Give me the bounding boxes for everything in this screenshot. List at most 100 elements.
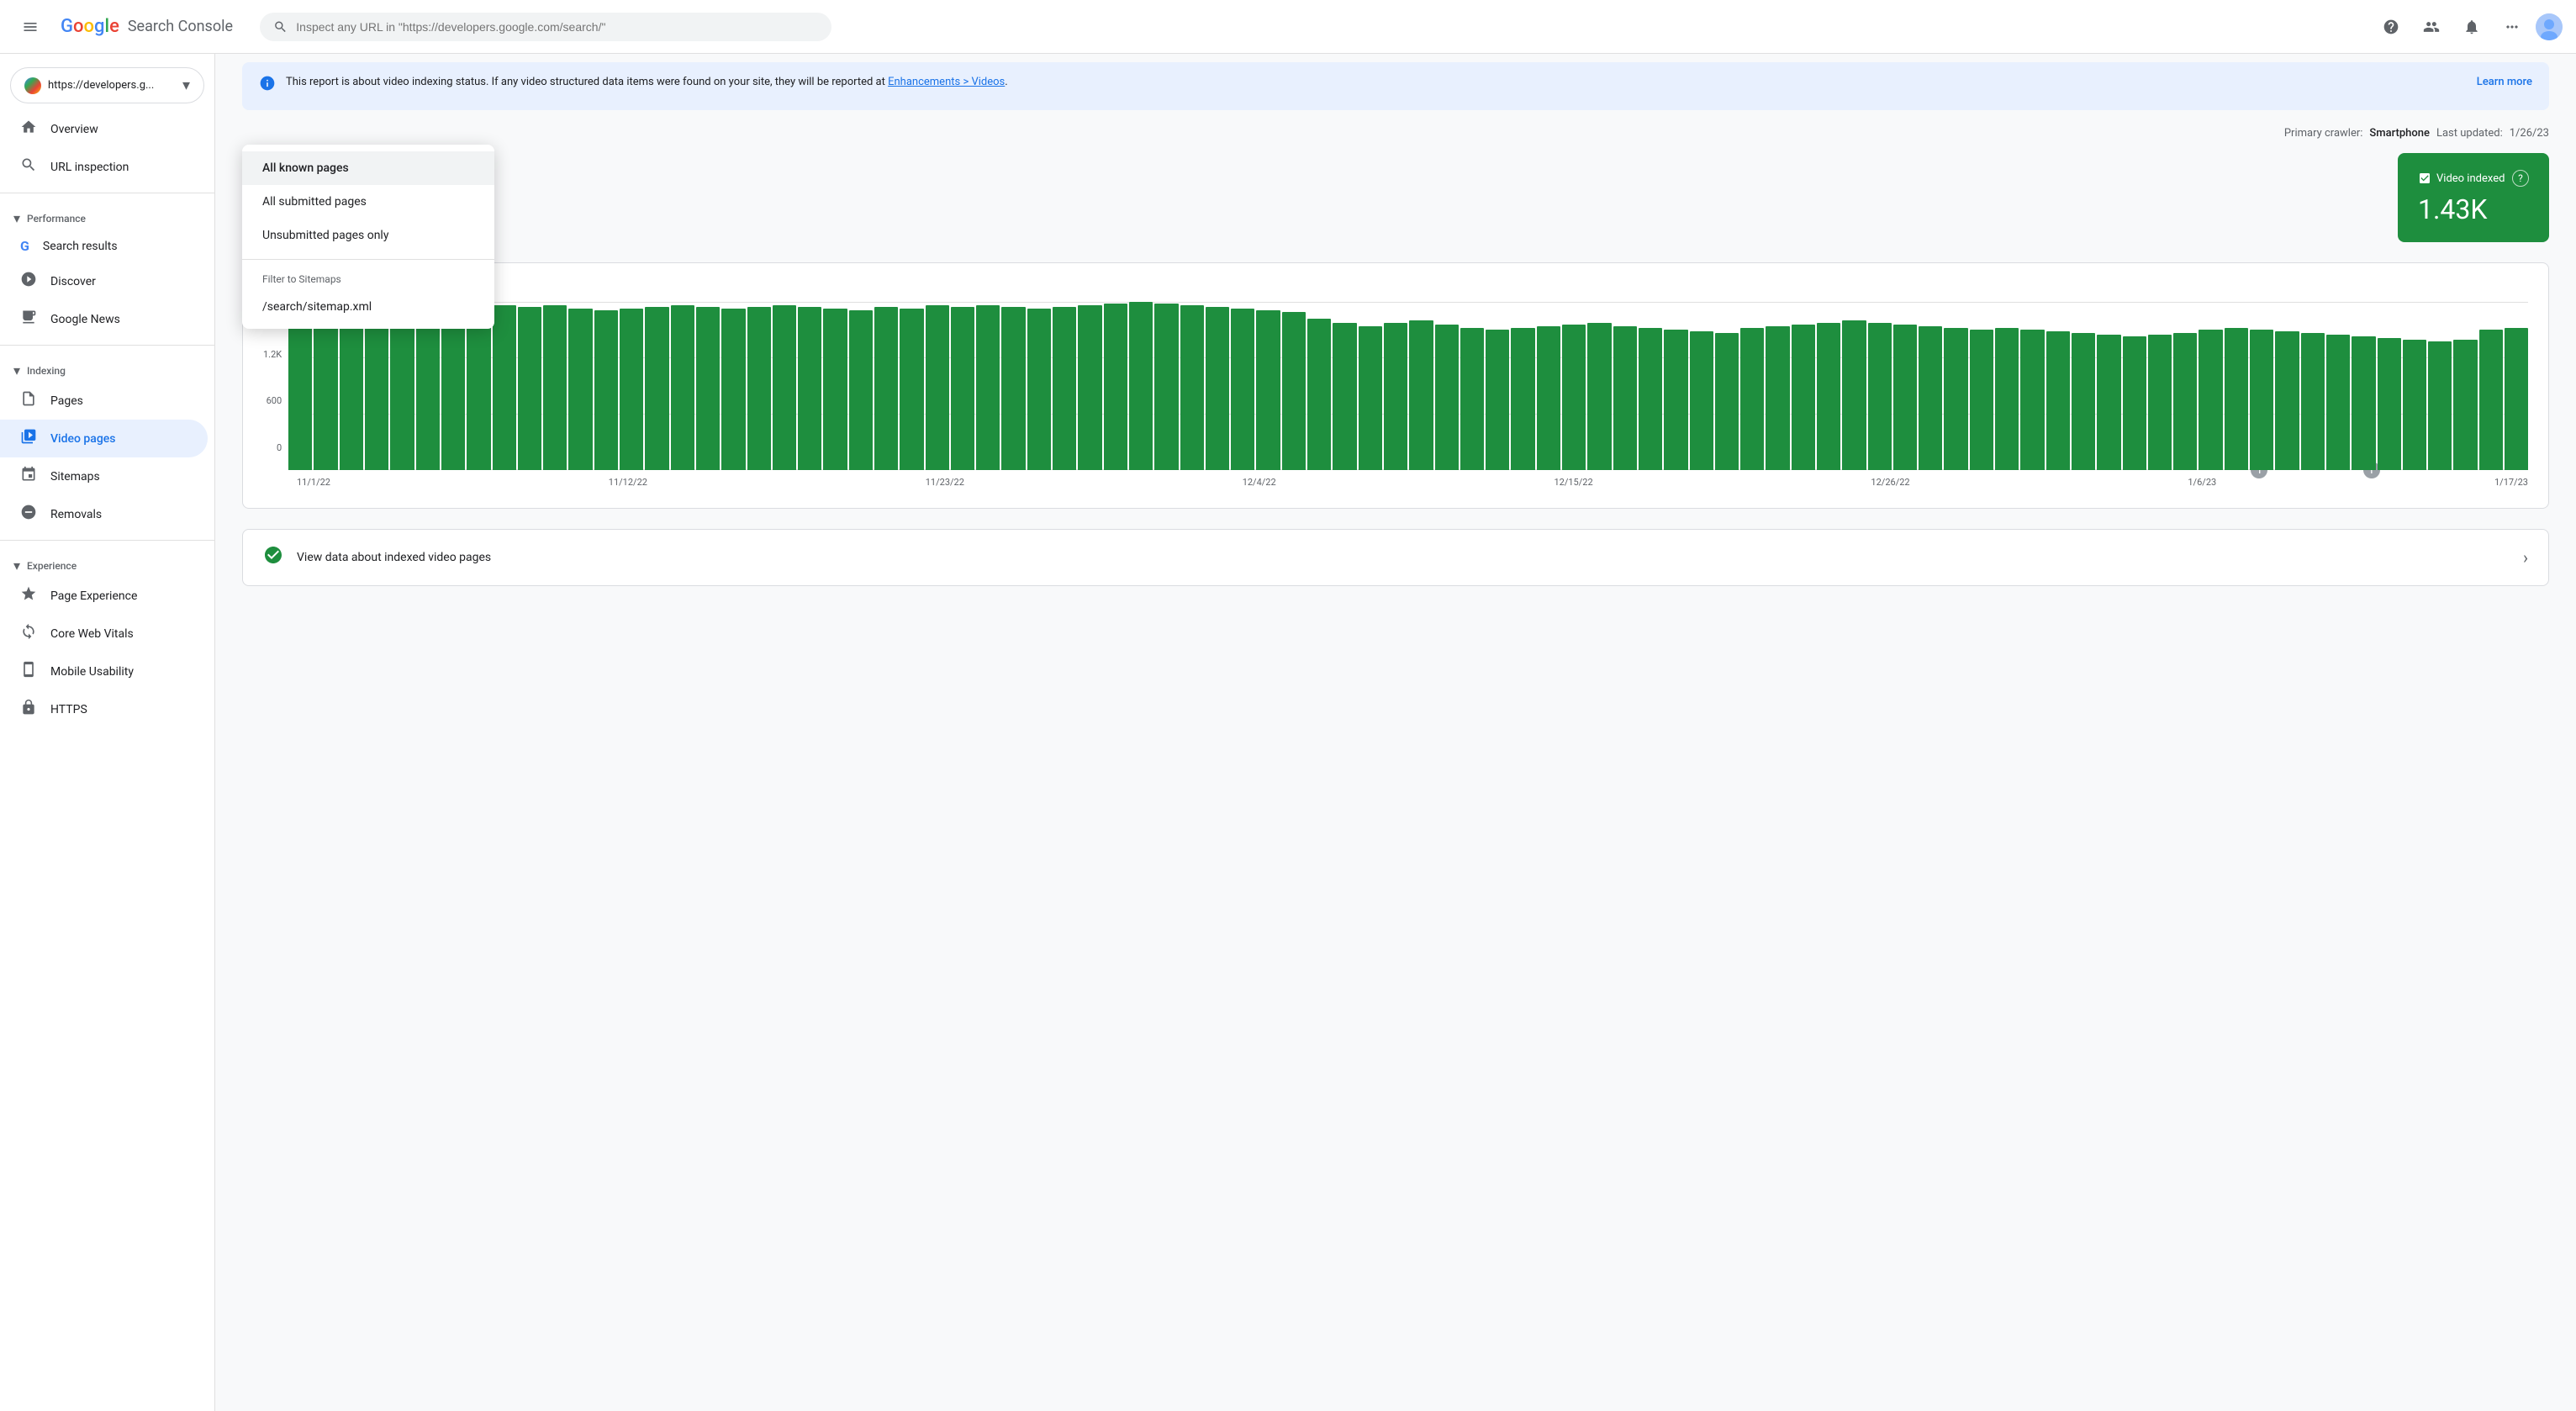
chart-bar[interactable] <box>747 307 771 470</box>
chart-bar[interactable] <box>2199 330 2222 470</box>
chart-bar[interactable] <box>1104 304 1127 470</box>
chart-bar[interactable] <box>2072 333 2095 470</box>
dropdown-all-submitted[interactable]: All submitted pages <box>242 185 494 219</box>
chart-bar[interactable] <box>2225 328 2248 470</box>
chart-bar[interactable] <box>2173 333 2197 470</box>
chart-bar[interactable] <box>1129 302 1153 470</box>
chart-bar[interactable] <box>2046 331 2070 470</box>
chart-bar[interactable] <box>1435 325 1459 470</box>
chart-bar[interactable] <box>2097 335 2120 470</box>
chart-bar[interactable] <box>594 310 618 470</box>
chart-bar[interactable] <box>390 309 414 470</box>
account-circle-button[interactable] <box>2415 10 2448 44</box>
chart-bar[interactable] <box>1409 320 1433 470</box>
chart-bar[interactable] <box>1868 323 1892 471</box>
chart-bar[interactable] <box>416 307 440 470</box>
chart-bar[interactable] <box>1511 328 1534 470</box>
chart-bar[interactable] <box>1893 325 1917 470</box>
chart-bar[interactable] <box>926 305 949 470</box>
chart-bar[interactable] <box>849 310 873 470</box>
search-input[interactable] <box>296 20 818 34</box>
chart-bar[interactable] <box>976 305 1000 470</box>
chart-bar[interactable] <box>620 309 643 470</box>
chart-bar[interactable] <box>874 307 898 470</box>
sidebar-item-https[interactable]: HTTPS <box>0 690 208 728</box>
chart-bar[interactable] <box>1180 305 1204 470</box>
sidebar-item-video-pages[interactable]: Video pages <box>0 420 208 457</box>
chart-bar[interactable] <box>721 309 745 470</box>
chart-bar[interactable] <box>951 307 974 470</box>
view-data-row[interactable]: View data about indexed video pages › <box>242 529 2549 586</box>
chart-bar[interactable] <box>1537 326 1560 470</box>
site-selector[interactable]: https://developers.g... ▾ <box>10 67 204 103</box>
chart-bar[interactable] <box>1613 326 1637 470</box>
chart-bar[interactable] <box>543 305 567 470</box>
chart-bar[interactable] <box>2403 340 2426 470</box>
sidebar-item-google-news[interactable]: Google News <box>0 300 208 338</box>
chart-bar[interactable] <box>2020 330 2044 470</box>
sidebar-item-url-inspection[interactable]: URL inspection <box>0 148 208 186</box>
chart-bar[interactable] <box>1307 319 1331 470</box>
chart-bar[interactable] <box>2453 340 2477 470</box>
chart-bar[interactable] <box>340 307 363 470</box>
chart-bar[interactable] <box>1333 323 1356 471</box>
chart-bar[interactable] <box>1384 323 1407 471</box>
chart-bar[interactable] <box>1587 323 1611 471</box>
sidebar-item-page-experience[interactable]: Page Experience <box>0 577 208 615</box>
chart-bar[interactable] <box>2123 336 2146 470</box>
chart-bar[interactable] <box>441 305 465 470</box>
section-experience[interactable]: ▾ Experience <box>0 547 214 577</box>
chart-bar[interactable] <box>773 305 796 470</box>
chart-bar[interactable] <box>696 307 720 470</box>
chart-bar[interactable] <box>2250 330 2273 470</box>
chart-bar[interactable] <box>1766 326 1789 470</box>
chart-bar[interactable] <box>1842 320 1866 470</box>
chart-bar[interactable] <box>1027 309 1051 470</box>
chart-bar[interactable] <box>1231 309 1254 470</box>
avatar[interactable] <box>2536 13 2563 40</box>
chart-bar[interactable] <box>645 307 668 470</box>
sidebar-item-search-results[interactable]: G Search results <box>0 230 208 262</box>
chart-bar[interactable] <box>823 309 847 470</box>
learn-more-link[interactable]: Learn more <box>2463 74 2532 91</box>
chart-bar[interactable] <box>1817 323 1840 471</box>
chart-bar[interactable] <box>1995 328 2019 470</box>
sidebar-item-sitemaps[interactable]: Sitemaps <box>0 457 208 495</box>
chart-bar[interactable] <box>2428 341 2452 470</box>
chart-bar[interactable] <box>2301 333 2325 470</box>
chart-bar[interactable] <box>900 309 923 470</box>
chart-bar[interactable] <box>493 305 516 470</box>
chart-bar[interactable] <box>1944 328 1967 470</box>
chart-bar[interactable] <box>671 305 694 470</box>
apps-button[interactable] <box>2495 10 2529 44</box>
chart-bar[interactable] <box>1486 330 1509 470</box>
chart-bar[interactable] <box>1053 307 1076 470</box>
chart-bar[interactable] <box>568 309 592 470</box>
chart-bar[interactable] <box>1740 328 1764 470</box>
dropdown-sitemap-item[interactable]: /search/sitemap.xml <box>242 292 494 322</box>
chart-bar[interactable] <box>798 307 821 470</box>
chart-bar[interactable] <box>1359 326 1382 470</box>
sidebar-item-mobile-usability[interactable]: Mobile Usability <box>0 653 208 690</box>
sidebar-item-pages[interactable]: Pages <box>0 382 208 420</box>
chart-bar[interactable] <box>1001 307 1025 470</box>
enhancements-link[interactable]: Enhancements > Videos <box>888 76 1005 88</box>
sidebar-item-overview[interactable]: Overview <box>0 110 208 148</box>
dropdown-unsubmitted[interactable]: Unsubmitted pages only <box>242 219 494 252</box>
chart-bar[interactable] <box>1792 325 1815 470</box>
menu-icon[interactable] <box>13 10 47 44</box>
section-performance[interactable]: ▾ Performance <box>0 200 214 230</box>
chart-bar[interactable] <box>1562 325 1586 470</box>
chart-bar[interactable] <box>467 307 490 470</box>
chart-bar[interactable] <box>2479 330 2503 470</box>
chart-bar[interactable] <box>314 305 337 470</box>
logo[interactable]: Google Search Console <box>61 16 233 37</box>
chart-bar[interactable] <box>1639 328 1662 470</box>
chart-bar[interactable] <box>1664 330 1687 470</box>
chart-bar[interactable] <box>288 315 312 470</box>
chart-bar[interactable] <box>1154 304 1178 470</box>
chart-bar[interactable] <box>2326 335 2350 470</box>
sidebar-item-removals[interactable]: Removals <box>0 495 208 533</box>
chart-bar[interactable] <box>2505 328 2528 470</box>
chart-bar[interactable] <box>1970 330 1993 470</box>
